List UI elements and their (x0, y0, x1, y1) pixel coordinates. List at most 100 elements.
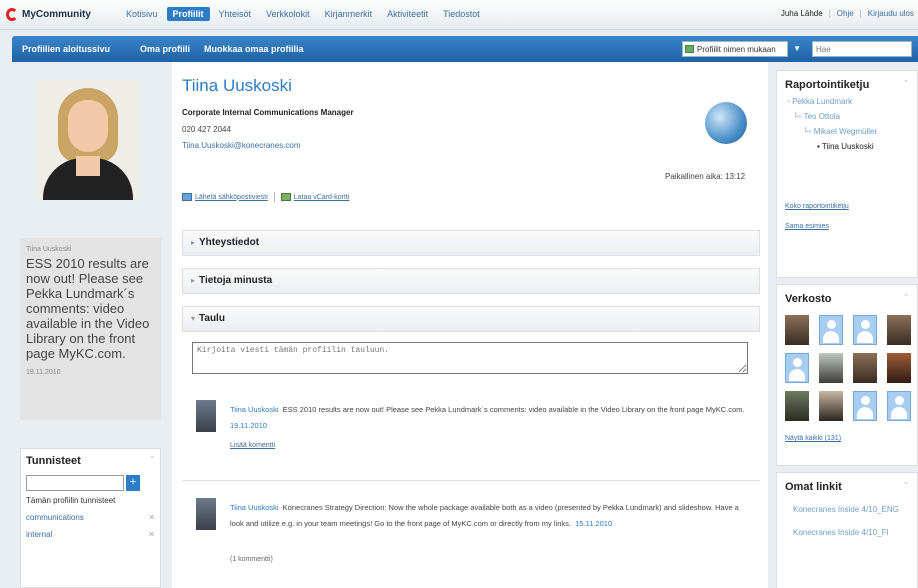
my-link[interactable]: Konecranes Inside 4/10_ENG (793, 503, 909, 516)
section-wall-label: Taulu (199, 313, 225, 324)
post-text: Tiina Uuskoski ESS 2010 results are now … (230, 402, 750, 434)
avatar[interactable] (785, 353, 809, 383)
chain-item[interactable]: └▫ Teo Ottola (785, 112, 909, 121)
section-contact-label: Yhteystiedot (199, 237, 260, 248)
sort-select[interactable]: Profiilit nimen mukaan ▼ (682, 41, 801, 57)
pin-icon[interactable]: ⌃ (149, 455, 155, 467)
logo-text: MyCommunity (22, 9, 91, 20)
nav-home[interactable]: Kotisivu (120, 7, 164, 21)
my-links-title-text: Omat linkit (785, 481, 842, 493)
nav-files[interactable]: Tiedostot (437, 7, 486, 21)
avatar[interactable] (785, 391, 809, 421)
avatar[interactable] (887, 353, 911, 383)
send-email-link[interactable]: Lähetä sähköpostiviesti (182, 192, 268, 202)
post-body: Konecranes Strategy Direction: Now the w… (230, 503, 739, 528)
tags-box: Tunnisteet ⌃ + Tämän profiilin tunnistee… (20, 448, 161, 588)
reporting-chain: ▫ Pekka Lundmark └▫ Teo Ottola └▫ Mikael… (785, 97, 909, 151)
pin-icon[interactable]: ⌃ (903, 481, 909, 493)
photo-neck (76, 156, 100, 176)
avatar[interactable] (853, 315, 877, 345)
profile-email[interactable]: Tiina.Uuskoski@konecranes.com (182, 141, 301, 150)
divider: | (859, 9, 862, 18)
avatar[interactable] (785, 315, 809, 345)
full-chain-link[interactable]: Koko raportointiketju (785, 197, 909, 217)
app-logo[interactable]: MyCommunity (6, 8, 91, 21)
user-nav: Juha Lähde | Ohje | Kirjaudu ulos (781, 9, 914, 18)
chain-item[interactable]: ▫ Pekka Lundmark (785, 97, 909, 106)
vcard-icon (280, 193, 291, 201)
remove-icon[interactable]: ✕ (148, 530, 155, 539)
sort-select-value: Profiilit nimen mukaan (697, 44, 776, 54)
tab-profiles-home[interactable]: Profiilien aloitussivu (16, 36, 116, 62)
avatar[interactable] (819, 315, 843, 345)
my-links-box: Omat linkit ⌃ Konecranes Inside 4/10_ENG… (776, 472, 918, 588)
nav-profiles[interactable]: Profiilit (166, 7, 210, 21)
post-author[interactable]: Tiina Uuskoski (230, 503, 279, 512)
comment-count[interactable]: (1 kommentti) (230, 556, 273, 563)
avatar[interactable] (887, 391, 911, 421)
nav-communities[interactable]: Yhteisöt (213, 7, 258, 21)
show-all-network-link[interactable]: Näytä kaikki (131) (785, 435, 909, 442)
avatar[interactable] (853, 353, 877, 383)
tags-caption: Tämän profiilin tunnisteet (26, 496, 116, 505)
right-column: Raportointiketju ⌃ ▫ Pekka Lundmark └▫ T… (776, 70, 918, 588)
pin-icon[interactable]: ⌃ (903, 79, 909, 91)
avatar[interactable] (196, 498, 216, 530)
chain-item-label: Tiina Uuskoski (821, 142, 874, 151)
search-input[interactable] (812, 41, 912, 57)
tag-link[interactable]: communications (26, 513, 84, 522)
avatar[interactable] (819, 353, 843, 383)
wall-post-input[interactable] (192, 342, 748, 374)
divider (182, 480, 760, 481)
same-boss-link[interactable]: Sama esimies (785, 217, 909, 237)
top-nav: Kotisivu Profiilit Yhteisöt Verkkolokit … (120, 7, 489, 21)
help-link[interactable]: Ohje (837, 9, 854, 18)
post-text: Tiina Uuskoski Konecranes Strategy Direc… (230, 500, 750, 532)
profile-title: Corporate Internal Communications Manage… (182, 108, 354, 117)
nav-activities[interactable]: Aktiviteetit (381, 7, 434, 21)
section-wall[interactable]: ▾ Taulu (182, 306, 760, 332)
download-vcard-link[interactable]: Lataa vCard-kortti (280, 192, 350, 202)
network-title-text: Verkosto (785, 293, 832, 305)
post-date: 19.11.2010 (230, 421, 267, 430)
divider: | (828, 9, 831, 18)
reporting-chain-title: Raportointiketju ⌃ (785, 79, 909, 91)
tag-input[interactable] (26, 475, 124, 491)
nav-blogs[interactable]: Verkkolokit (260, 7, 316, 21)
remove-icon[interactable]: ✕ (148, 513, 155, 522)
profile-name: Tiina Uuskoski (182, 76, 292, 95)
post-author[interactable]: Tiina Uuskoski (230, 405, 279, 414)
sort-icon (685, 45, 694, 53)
tag-link[interactable]: internal (26, 530, 52, 539)
logout-link[interactable]: Kirjaudu ulos (868, 9, 914, 18)
avatar[interactable] (819, 391, 843, 421)
reporting-links: Koko raportointiketju Sama esimies (785, 197, 909, 237)
chevron-right-icon: ▸ (191, 238, 196, 247)
nav-bookmarks[interactable]: Kirjanmerkit (319, 7, 379, 21)
tab-edit-profile[interactable]: Muokkaa omaa profiilia (198, 36, 310, 62)
pin-icon[interactable]: ⌃ (903, 293, 909, 305)
add-tag-button[interactable]: + (126, 475, 140, 491)
section-contact[interactable]: ▸ Yhteystiedot (182, 230, 760, 256)
chain-item-label: Pekka Lundmark (792, 97, 853, 106)
my-link[interactable]: Konecranes Inside 4/10_FI (793, 526, 909, 539)
logo-icon (6, 8, 18, 21)
add-comment-link[interactable]: Lisää komentti (230, 442, 275, 449)
status-box: Tiina Uuskoski ESS 2010 results are now … (20, 238, 161, 420)
download-vcard-label: Lataa vCard-kortti (293, 193, 350, 201)
avatar[interactable] (196, 400, 216, 432)
profile-actions: Lähetä sähköpostiviesti Lataa vCard-kort… (182, 192, 349, 202)
chain-item-label: Mikael Wegmüller (813, 127, 878, 136)
chevron-down-icon[interactable]: ▼ (793, 44, 801, 53)
reporting-chain-box: Raportointiketju ⌃ ▫ Pekka Lundmark └▫ T… (776, 70, 918, 278)
tab-my-profile[interactable]: Oma profiili (134, 36, 196, 62)
user-name[interactable]: Juha Lähde (781, 9, 823, 18)
status-text: ESS 2010 results are now out! Please see… (26, 256, 150, 361)
avatar[interactable] (853, 391, 877, 421)
reporting-chain-title-text: Raportointiketju (785, 79, 870, 91)
section-about[interactable]: ▸ Tietoja minusta (182, 268, 760, 294)
globe-icon (705, 102, 747, 144)
chain-item[interactable]: └▫ Mikael Wegmüller (785, 127, 909, 136)
avatar[interactable] (887, 315, 911, 345)
profile-main: Tiina Uuskoski Corporate Internal Commun… (172, 62, 768, 588)
